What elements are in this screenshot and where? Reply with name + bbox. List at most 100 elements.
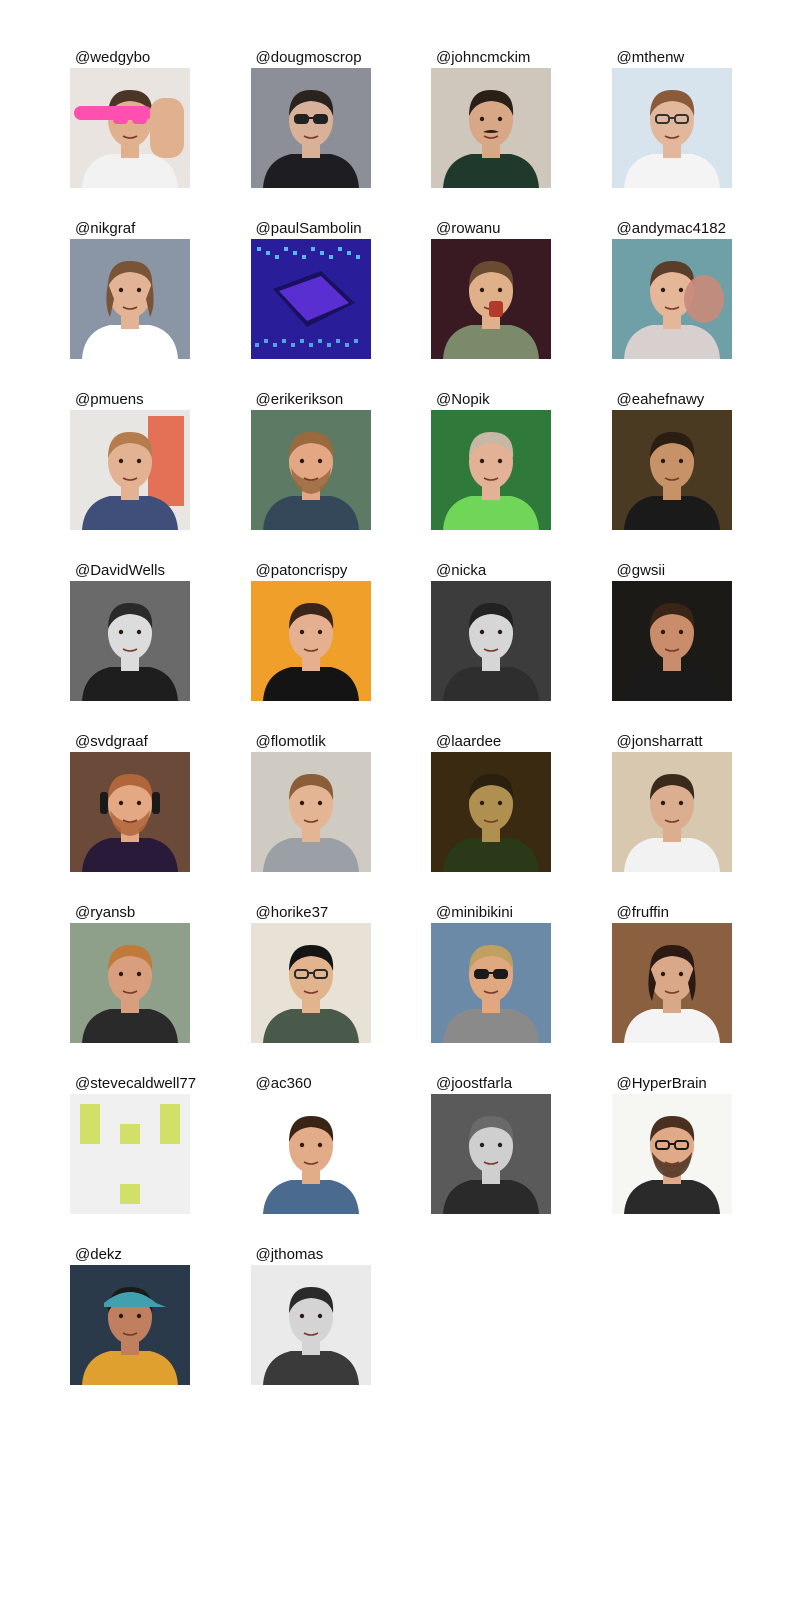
contributor-avatar[interactable] [250,68,371,188]
contributor-handle[interactable]: @johncmckim [431,48,551,68]
avatar-image [70,68,190,188]
contributor-handle[interactable]: @nicka [431,561,551,581]
contributor-handle[interactable]: @gwsii [612,561,732,581]
contributor-card[interactable]: @jthomas [250,1245,371,1385]
contributor-card[interactable]: @Nopik [431,390,551,530]
avatar-image [431,239,551,359]
contributor-avatar[interactable] [611,410,732,530]
contributor-card[interactable]: @rowanu [431,219,551,359]
contributor-avatar[interactable] [611,68,732,188]
contributor-card[interactable]: @laardee [431,732,551,872]
contributor-card[interactable]: @dekz [70,1245,190,1385]
contributor-avatar[interactable] [250,239,371,359]
contributor-handle[interactable]: @eahefnawy [612,390,732,410]
contributor-card[interactable]: @andymac4182 [611,219,732,359]
contributor-avatar[interactable] [70,1265,190,1385]
contributor-avatar[interactable] [431,581,551,701]
contributor-handle[interactable]: @horike37 [251,903,371,923]
contributor-card[interactable]: @ryansb [70,903,190,1043]
contributor-avatar[interactable] [611,923,732,1043]
contributor-handle[interactable]: @DavidWells [70,561,190,581]
contributor-avatar[interactable] [70,410,190,530]
contributor-handle[interactable]: @stevecaldwell77 [70,1074,196,1094]
contributor-avatar[interactable] [70,239,190,359]
contributor-card[interactable]: @horike37 [250,903,371,1043]
contributor-handle[interactable]: @Nopik [431,390,551,410]
contributor-card[interactable]: @paulSambolin [250,219,371,359]
contributor-avatar[interactable] [431,752,551,872]
contributor-avatar[interactable] [250,581,371,701]
contributor-handle[interactable]: @flomotlik [251,732,371,752]
contributor-avatar[interactable] [431,1094,551,1214]
contributor-card[interactable]: @nikgraf [70,219,190,359]
contributor-card[interactable]: @joostfarla [431,1074,551,1214]
contributor-avatar[interactable] [250,1265,371,1385]
contributor-handle[interactable]: @rowanu [431,219,551,239]
contributor-handle[interactable]: @HyperBrain [612,1074,732,1094]
contributor-avatar[interactable] [431,410,551,530]
contributor-card[interactable]: @patoncrispy [250,561,371,701]
contributor-card[interactable]: @mthenw [611,48,732,188]
contributor-avatar[interactable] [70,1094,190,1214]
contributor-avatar[interactable] [250,923,371,1043]
avatar-image [611,68,732,188]
contributor-card[interactable]: @stevecaldwell77 [70,1074,196,1214]
contributor-card[interactable]: @jonsharratt [611,732,732,872]
contributor-handle[interactable]: @fruffin [612,903,732,923]
contributor-handle[interactable]: @ac360 [251,1074,371,1094]
contributor-card[interactable]: @johncmckim [431,48,551,188]
contributor-card[interactable]: @ac360 [250,1074,371,1214]
contributor-card[interactable]: @fruffin [611,903,732,1043]
contributor-avatar[interactable] [611,752,732,872]
contributor-card[interactable]: @wedgybo [70,48,190,188]
avatar-image [250,410,371,530]
contributor-handle[interactable]: @jonsharratt [612,732,732,752]
contributor-avatar[interactable] [70,581,190,701]
contributor-avatar[interactable] [431,923,551,1043]
contributor-avatar[interactable] [250,410,371,530]
contributor-handle[interactable]: @andymac4182 [612,219,732,239]
contributor-card[interactable]: @eahefnawy [611,390,732,530]
contributor-card[interactable]: @DavidWells [70,561,190,701]
contributor-handle[interactable]: @dougmoscrop [251,48,371,68]
contributor-avatar[interactable] [611,1094,732,1214]
avatar-image [611,410,732,530]
contributor-handle[interactable]: @ryansb [70,903,190,923]
contributor-handle[interactable]: @dekz [70,1245,190,1265]
contributor-card[interactable]: @flomotlik [250,732,371,872]
contributor-avatar[interactable] [431,68,551,188]
contributor-avatar[interactable] [431,239,551,359]
contributor-handle[interactable]: @paulSambolin [251,219,371,239]
avatar-image [250,239,371,359]
avatar-image [250,752,371,872]
contributor-card[interactable]: @nicka [431,561,551,701]
contributor-card[interactable]: @minibikini [431,903,551,1043]
contributor-card[interactable]: @gwsii [611,561,732,701]
contributor-handle[interactable]: @jthomas [251,1245,371,1265]
contributor-card[interactable]: @HyperBrain [611,1074,732,1214]
contributor-handle[interactable]: @joostfarla [431,1074,551,1094]
contributor-handle[interactable]: @mthenw [612,48,732,68]
contributor-handle[interactable]: @erikerikson [251,390,371,410]
contributor-avatar[interactable] [611,239,732,359]
contributor-handle[interactable]: @minibikini [431,903,551,923]
contributor-handle[interactable]: @wedgybo [70,48,190,68]
contributor-card[interactable]: @pmuens [70,390,190,530]
contributor-avatar[interactable] [611,581,732,701]
contributor-card[interactable]: @dougmoscrop [250,48,371,188]
contributor-card[interactable]: @svdgraaf [70,732,190,872]
contributor-handle[interactable]: @pmuens [70,390,190,410]
contributor-handle[interactable]: @nikgraf [70,219,190,239]
avatar-image [611,239,732,359]
avatar-image [431,68,551,188]
avatar-image [250,68,371,188]
contributor-handle[interactable]: @patoncrispy [251,561,371,581]
contributor-avatar[interactable] [70,923,190,1043]
contributor-avatar[interactable] [250,1094,371,1214]
contributor-handle[interactable]: @laardee [431,732,551,752]
contributor-handle[interactable]: @svdgraaf [70,732,190,752]
contributor-avatar[interactable] [70,752,190,872]
contributor-avatar[interactable] [70,68,190,188]
contributor-card[interactable]: @erikerikson [250,390,371,530]
contributor-avatar[interactable] [250,752,371,872]
